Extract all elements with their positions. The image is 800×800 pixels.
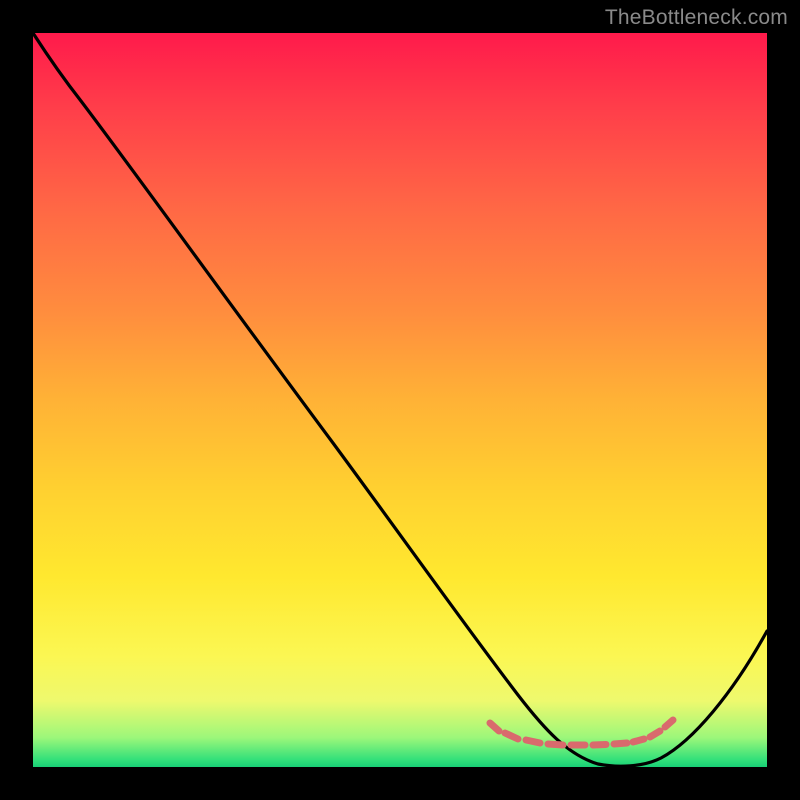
optimal-zone-dashes: [490, 720, 673, 745]
chart-svg: [33, 33, 767, 767]
plot-area: [33, 33, 767, 767]
watermark-text: TheBottleneck.com: [605, 6, 788, 30]
bottleneck-curve: [33, 33, 767, 766]
chart-frame: TheBottleneck.com: [0, 0, 800, 800]
